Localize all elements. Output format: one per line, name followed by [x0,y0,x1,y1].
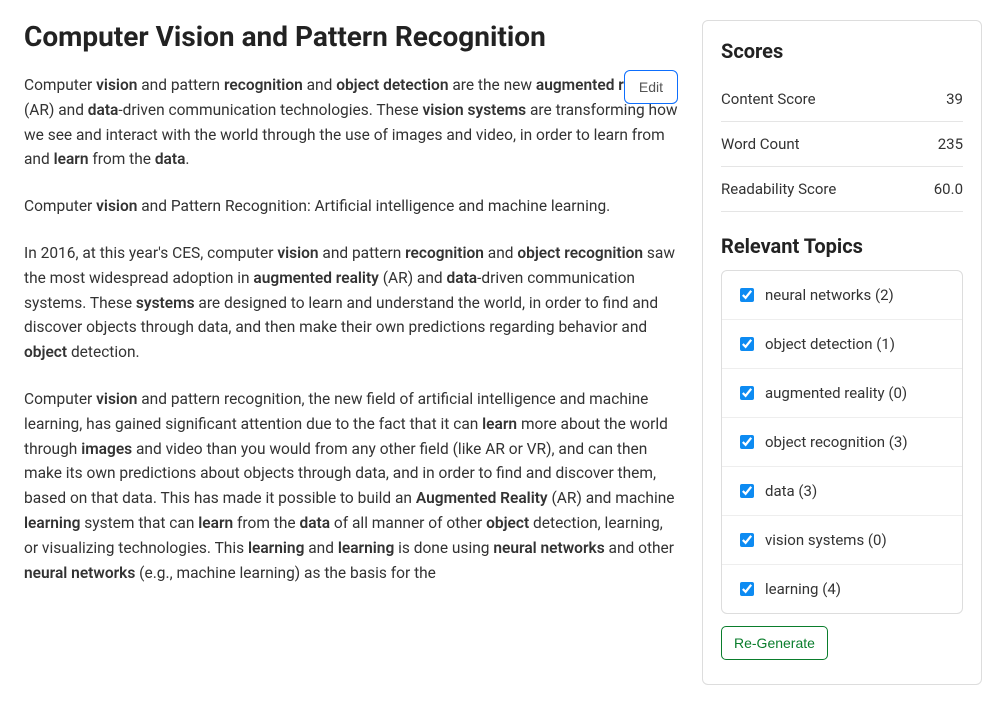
topic-checkbox[interactable] [740,288,754,302]
topic-checkbox[interactable] [740,484,754,498]
page-title: Computer Vision and Pattern Recognition [24,20,678,53]
score-value: 39 [946,90,963,108]
topic-label: learning (4) [765,580,841,598]
score-row-readability: Readability Score 60.0 [721,167,963,212]
score-row-content: Content Score 39 [721,77,963,122]
topic-label: vision systems (0) [765,531,887,549]
topic-row[interactable]: vision systems (0) [722,516,962,565]
topic-label: object recognition (3) [765,433,908,451]
regenerate-button[interactable]: Re-Generate [721,626,828,660]
topic-label: object detection (1) [765,335,895,353]
topic-checkbox[interactable] [740,582,754,596]
topics-heading: Relevant Topics [721,234,963,258]
topic-row[interactable]: data (3) [722,467,962,516]
article-body: Computer vision and pattern recognition … [24,73,678,585]
topic-checkbox[interactable] [740,337,754,351]
score-label: Word Count [721,135,800,153]
scores-heading: Scores [721,39,963,63]
paragraph-1: Computer vision and pattern recognition … [24,73,678,172]
paragraph-2: Computer vision and Pattern Recognition:… [24,194,678,219]
topic-row[interactable]: augmented reality (0) [722,369,962,418]
topic-label: data (3) [765,482,817,500]
topic-row[interactable]: learning (4) [722,565,962,613]
topic-row[interactable]: object recognition (3) [722,418,962,467]
score-row-wordcount: Word Count 235 [721,122,963,167]
topics-list: neural networks (2) object detection (1)… [721,270,963,614]
topic-label: neural networks (2) [765,286,894,304]
sidebar: Scores Content Score 39 Word Count 235 R… [702,20,982,685]
topic-row[interactable]: neural networks (2) [722,271,962,320]
topic-row[interactable]: object detection (1) [722,320,962,369]
topic-label: augmented reality (0) [765,384,907,402]
edit-button[interactable]: Edit [624,70,678,104]
paragraph-4: Computer vision and pattern recognition,… [24,387,678,585]
topic-checkbox[interactable] [740,386,754,400]
score-value: 60.0 [934,180,963,198]
topic-checkbox[interactable] [740,435,754,449]
score-label: Content Score [721,90,816,108]
topic-checkbox[interactable] [740,533,754,547]
score-label: Readability Score [721,180,836,198]
paragraph-3: In 2016, at this year's CES, computer vi… [24,241,678,365]
score-value: 235 [938,135,963,153]
